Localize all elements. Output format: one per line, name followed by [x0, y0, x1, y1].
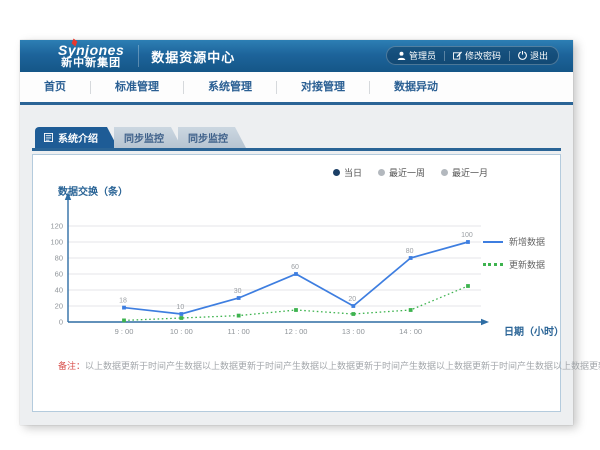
- legend-label: 更新数据: [509, 258, 545, 271]
- radio-unselected-icon: [441, 169, 448, 176]
- svg-text:9 : 00: 9 : 00: [115, 327, 134, 336]
- page-title: 数据资源中心: [151, 47, 235, 66]
- user-menu-button[interactable]: 管理员: [397, 49, 436, 62]
- chart-panel: 当日 最近一周 最近一月 0 20 40 60 80 100 120 9 : 00 10 : 0…: [32, 154, 561, 412]
- range-option-label: 当日: [344, 166, 362, 179]
- svg-text:40: 40: [55, 286, 63, 295]
- note-prefix: 备注：: [58, 361, 85, 371]
- legend-item-update-data: 更新数据: [483, 258, 555, 271]
- svg-text:60: 60: [55, 270, 63, 279]
- svg-text:80: 80: [406, 248, 414, 255]
- nav-item-standard-mgmt[interactable]: 标准管理: [91, 72, 183, 102]
- svg-text:0: 0: [59, 318, 63, 327]
- range-option-last-week[interactable]: 最近一周: [378, 166, 425, 179]
- svg-text:11 : 00: 11 : 00: [227, 327, 249, 336]
- nav-item-data-change[interactable]: 数据异动: [370, 72, 462, 102]
- svg-text:13 : 00: 13 : 00: [342, 327, 365, 336]
- svg-text:80: 80: [55, 254, 63, 263]
- svg-text:30: 30: [234, 288, 242, 295]
- radio-selected-icon: [333, 169, 340, 176]
- tab-label: 同步监控: [188, 130, 228, 145]
- time-range-selector: 当日 最近一周 最近一月: [333, 166, 488, 179]
- app-window: Synjones 新中新集团 数据资源中心 管理员 修改密码 退出 首页 标准: [20, 40, 573, 425]
- company-logo: Synjones 新中新集团: [58, 43, 124, 69]
- nav-item-system-mgmt[interactable]: 系统管理: [184, 72, 276, 102]
- range-option-last-month[interactable]: 最近一月: [441, 166, 488, 179]
- legend-swatch-solid: [483, 241, 503, 243]
- svg-text:20: 20: [55, 302, 63, 311]
- svg-text:100: 100: [50, 238, 63, 247]
- pill-separator: [444, 51, 445, 61]
- svg-text:120: 120: [50, 222, 63, 231]
- tab-sync-monitor-2[interactable]: 同步监控: [178, 127, 246, 148]
- main-nav: 首页 标准管理 系统管理 对接管理 数据异动: [20, 72, 573, 105]
- edit-icon: [453, 51, 462, 60]
- tab-sync-monitor-1[interactable]: 同步监控: [114, 127, 182, 148]
- svg-text:日期（小时）: 日期（小时）: [504, 325, 563, 338]
- header-divider: [138, 45, 139, 67]
- user-toolbar: 管理员 修改密码 退出: [386, 46, 559, 65]
- document-icon: [44, 133, 53, 142]
- svg-text:60: 60: [291, 264, 299, 271]
- tab-system-intro[interactable]: 系统介绍: [35, 127, 118, 148]
- content-area: 系统介绍 同步监控 同步监控 当日 最近一周: [20, 105, 573, 425]
- range-option-label: 最近一月: [452, 166, 488, 179]
- range-option-today[interactable]: 当日: [333, 166, 362, 179]
- nav-item-home[interactable]: 首页: [20, 72, 90, 102]
- legend-swatch-dotted: [483, 263, 503, 266]
- logo-text: Synjones: [58, 43, 124, 57]
- note-text: 以上数据更新于时间产生数据以上数据更新于时间产生数据以上数据更新于时间产生数据以…: [85, 361, 600, 371]
- tab-bar: 系统介绍 同步监控 同步监控: [32, 127, 561, 151]
- legend-label: 新增数据: [509, 235, 545, 248]
- tab-label: 同步监控: [124, 130, 164, 145]
- change-password-label: 修改密码: [465, 49, 501, 62]
- logout-label: 退出: [530, 49, 548, 62]
- footer-note: 备注：以上数据更新于时间产生数据以上数据更新于时间产生数据以上数据更新于时间产生…: [58, 359, 600, 372]
- change-password-button[interactable]: 修改密码: [453, 49, 501, 62]
- power-icon: [518, 51, 527, 60]
- user-label: 管理员: [409, 49, 436, 62]
- svg-text:20: 20: [348, 296, 356, 303]
- tab-label: 系统介绍: [58, 130, 98, 145]
- logo-subtext: 新中新集团: [61, 58, 121, 69]
- pill-separator: [509, 51, 510, 61]
- svg-text:100: 100: [461, 232, 473, 239]
- user-icon: [397, 51, 406, 60]
- nav-item-interface-mgmt[interactable]: 对接管理: [277, 72, 369, 102]
- chart-legend: 新增数据 更新数据: [483, 235, 555, 281]
- svg-text:14 : 00: 14 : 00: [399, 327, 422, 336]
- svg-text:12 : 00: 12 : 00: [285, 327, 308, 336]
- range-option-label: 最近一周: [389, 166, 425, 179]
- logout-button[interactable]: 退出: [518, 49, 548, 62]
- radio-unselected-icon: [378, 169, 385, 176]
- svg-text:18: 18: [119, 298, 127, 305]
- legend-item-new-data: 新增数据: [483, 235, 555, 248]
- app-header: Synjones 新中新集团 数据资源中心 管理员 修改密码 退出: [20, 40, 573, 72]
- svg-text:数据交换（条）: 数据交换（条）: [58, 185, 128, 198]
- svg-text:10: 10: [176, 304, 184, 311]
- svg-text:10 : 00: 10 : 00: [170, 327, 193, 336]
